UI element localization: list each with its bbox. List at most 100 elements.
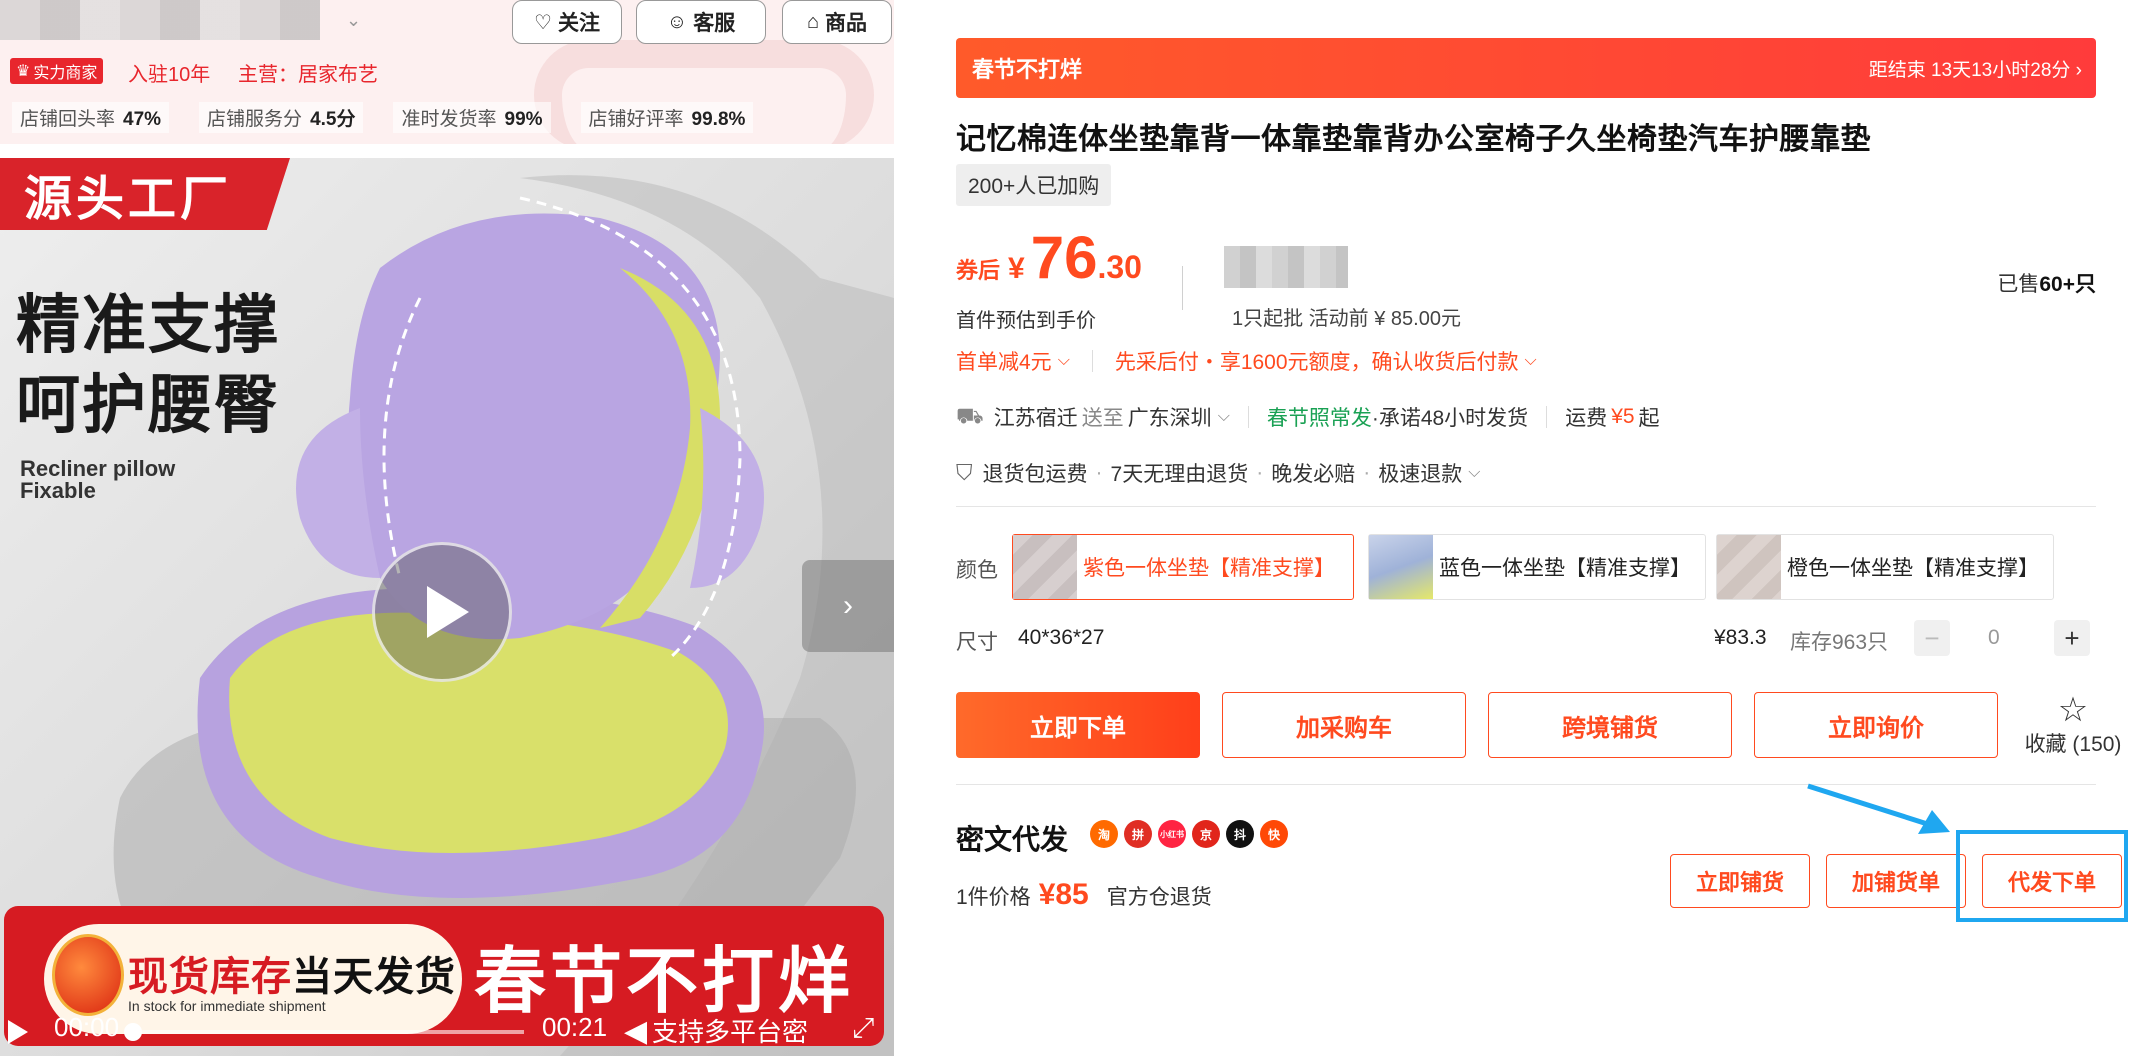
color-option-orange[interactable]: 橙色一体坐垫【精准支撑】: [1716, 534, 2054, 600]
color-option-purple[interactable]: 紫色一体坐垫【精准支撑】: [1012, 534, 1354, 600]
douyin-icon: 抖: [1226, 820, 1254, 848]
shop-name-blurred: [0, 0, 320, 40]
taobao-icon: 淘: [1090, 820, 1118, 848]
swatch-thumbnail: [1369, 535, 1433, 599]
fullscreen-icon[interactable]: ⤢: [852, 1012, 874, 1045]
price-after-coupon: 券后 ¥ 76 .30: [956, 224, 1142, 291]
increase-qty-button[interactable]: +: [2054, 620, 2090, 656]
first-order-discount[interactable]: 首单减4元: [956, 346, 1052, 376]
stat-service-score: 店铺服务分 4.5分: [199, 102, 364, 133]
guarantee-item: 退货包运费: [982, 463, 1088, 486]
holiday-promo-bar: 春节不打烊 距结束 13天13小时28分 ›: [956, 38, 2096, 98]
inquire-button[interactable]: 立即询价: [1754, 692, 1998, 758]
chevron-down-icon[interactable]: ⌵: [1468, 464, 1480, 482]
english-caption-1: Recliner pillow: [20, 456, 176, 481]
video-current-time: 00:00: [54, 1012, 120, 1042]
chevron-down-icon[interactable]: ⌵: [1058, 352, 1070, 370]
divider: [1182, 266, 1183, 310]
video-controls: 00:00 00:21 ◀ 支持多平台密 ⤢: [0, 1006, 894, 1056]
shipping-promise: ·承诺48小时发货: [1371, 407, 1529, 430]
chevron-down-icon[interactable]: ⌄: [346, 10, 361, 31]
xiaohongshu-icon: 小红书: [1158, 820, 1186, 848]
stat-repurchase: 店铺回头率 47%: [12, 102, 170, 133]
holiday-shipping: 春节照常发: [1266, 407, 1372, 430]
crown-icon: ♛: [16, 63, 31, 80]
color-option-blue[interactable]: 蓝色一体坐垫【精准支撑】: [1368, 534, 1706, 600]
dropship-price-row: 1件价格 ¥85 官方仓退货: [956, 878, 1212, 911]
strength-merchant-badge: ♛ 实力商家: [10, 58, 104, 84]
size-value: 40*36*27: [1018, 626, 1105, 649]
jd-icon: 京: [1192, 820, 1220, 848]
chevron-down-icon[interactable]: ⌵: [1525, 352, 1537, 370]
dropship-price: ¥85: [1038, 878, 1089, 911]
video-overlay-text: 支持多平台密: [652, 1017, 809, 1047]
buy-now-pay-later[interactable]: 先采后付・享1600元额度，确认收货后付款: [1115, 346, 1519, 376]
chevron-down-icon[interactable]: ⌵: [1218, 408, 1230, 426]
volume-icon[interactable]: ◀: [624, 1014, 647, 1049]
buyers-count-badge: 200+人已加购: [956, 164, 1112, 206]
guarantee-item: 7天无理由退货: [1110, 463, 1249, 486]
buy-now-button[interactable]: 立即下单: [956, 692, 1200, 758]
cross-border-button[interactable]: 跨境铺货: [1488, 692, 1732, 758]
video-progress-track[interactable]: [130, 1030, 524, 1034]
lantern-icon: [52, 934, 124, 1016]
shop-header: ⌄ ♡ 关注 ☺ 客服 ⌂ 商品 ♛ 实力商家 入驻10年 主营：居家布艺 店铺…: [0, 0, 894, 144]
chat-icon: ☺: [666, 10, 688, 33]
source-factory-tag: 源头工厂: [0, 158, 290, 230]
video-play-icon[interactable]: [8, 1020, 28, 1044]
decrease-qty-button[interactable]: −: [1914, 620, 1950, 656]
goods-button[interactable]: ⌂ 商品: [782, 0, 892, 44]
promo-title: 春节不打烊: [972, 57, 1083, 82]
promo-countdown[interactable]: 距结束 13天13小时28分 ›: [1869, 55, 2082, 82]
main-business: 主营：居家布艺: [238, 64, 378, 86]
minus-icon: −: [1924, 622, 1940, 653]
settled-years: 入驻10年: [128, 64, 211, 86]
star-icon: ☆: [2057, 691, 2089, 729]
ship-to-select[interactable]: 广东深圳: [1128, 402, 1212, 432]
video-progress-knob[interactable]: [124, 1023, 142, 1041]
blurred-price-tier: [1224, 246, 1348, 288]
freight-value: ¥5: [1611, 405, 1635, 428]
add-to-cart-button[interactable]: 加采购车: [1222, 692, 1466, 758]
stock-count: 库存963只: [1790, 631, 1889, 654]
swatch-thumbnail: [1013, 535, 1077, 599]
size-label: 尺寸: [956, 631, 998, 654]
pinduoduo-icon: 拼: [1124, 820, 1152, 848]
stat-positive-rate: 店铺好评率 99.8%: [580, 102, 754, 133]
moq-and-original-price: 1只起批 活动前 ¥ 85.00元: [1232, 308, 1461, 330]
headline-support: 精准支撑: [16, 289, 280, 361]
divider: [1091, 350, 1093, 372]
annotation-arrow: [1807, 783, 1950, 834]
ship-from: 江苏宿迁: [993, 407, 1078, 430]
swatch-thumbnail: [1717, 535, 1781, 599]
list-now-button[interactable]: 立即铺货: [1670, 854, 1810, 908]
play-video-button[interactable]: [372, 542, 512, 682]
encrypted-dropship-title: 密文代发: [956, 824, 1069, 855]
divider: [1247, 406, 1249, 428]
estimated-price-label: 首件预估到手价: [956, 310, 1096, 332]
shop-stats: 店铺回头率 47% 店铺服务分 4.5分 准时发货率 99% 店铺好评率 99.8%: [12, 102, 783, 133]
add-listing-button[interactable]: 加铺货单: [1826, 854, 1966, 908]
divider: [1546, 406, 1548, 428]
english-caption-2: Fixable: [20, 478, 96, 503]
return-note: 官方仓退货: [1106, 886, 1212, 909]
play-icon: [427, 586, 469, 638]
follow-button[interactable]: ♡ 关注: [512, 0, 622, 44]
guarantee-item[interactable]: 极速退款: [1378, 458, 1462, 488]
sold-count: 已售60+只: [1997, 273, 2096, 296]
truck-icon: ⛟: [956, 402, 984, 428]
shipping-row: ⛟ 江苏宿迁 送至 广东深圳 ⌵ 春节照常发 ·承诺48小时发货 运费 ¥5 起: [956, 402, 1660, 432]
next-image-button[interactable]: ›: [802, 560, 894, 652]
product-title: 记忆棉连体坐垫靠背一体靠垫靠背办公室椅子久坐椅垫汽车护腰靠垫: [956, 123, 1871, 156]
quantity-value[interactable]: 0: [1988, 626, 2000, 650]
video-duration: 00:21: [542, 1012, 608, 1042]
color-label: 颜色: [956, 559, 998, 582]
unit-price: ¥83.3: [1714, 626, 1767, 649]
customer-service-button[interactable]: ☺ 客服: [636, 0, 766, 44]
store-icon: ⌂: [806, 10, 820, 33]
plus-icon: +: [2064, 622, 2080, 653]
product-media[interactable]: 源头工厂 精准支撑 呵护腰臀 Recliner pillow Fixable ›…: [0, 158, 894, 1056]
guarantee-item: 晚发必赔: [1271, 463, 1356, 486]
favorite-button[interactable]: ☆ 收藏 (150): [2018, 692, 2128, 758]
section-divider: [956, 506, 2096, 507]
